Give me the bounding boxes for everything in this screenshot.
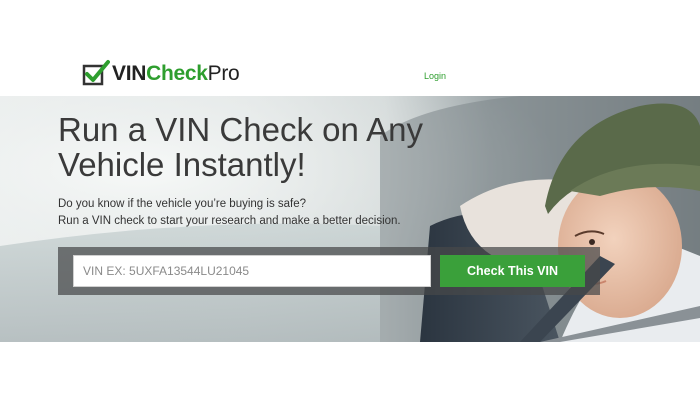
checkbox-checkmark-icon — [82, 60, 110, 86]
hero-headline: Run a VIN Check on Any Vehicle Instantly… — [58, 111, 424, 183]
hero-subtext-line1: Do you know if the vehicle you’re buying… — [58, 198, 307, 210]
logo-text-check: Check — [146, 61, 208, 85]
logo-wordmark: VINCheckPro — [112, 61, 240, 85]
logo-text-vin: VIN — [112, 61, 147, 85]
hero-subtext-line2: Run a VIN check to start your research a… — [58, 215, 401, 227]
check-vin-button[interactable]: Check This VIN — [440, 255, 585, 287]
logo-text-pro: Pro — [207, 61, 240, 85]
logo[interactable]: VINCheckPro — [82, 58, 240, 88]
login-link[interactable]: Login — [424, 71, 446, 81]
vin-input[interactable] — [73, 255, 431, 287]
page-bottom-whitespace — [0, 342, 700, 420]
site-header: VINCheckPro Login — [0, 0, 700, 96]
